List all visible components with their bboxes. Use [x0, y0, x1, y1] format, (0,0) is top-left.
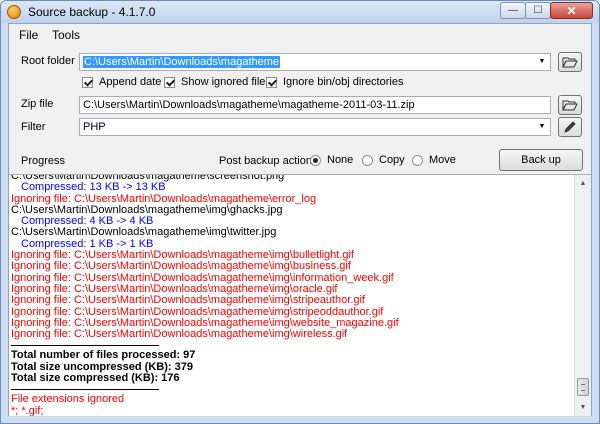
progress-label: Progress: [21, 155, 66, 167]
window-title: Source backup - 4.1.7.0: [28, 5, 156, 19]
app-icon: [7, 5, 21, 19]
chevron-down-icon[interactable]: ▼: [534, 54, 550, 70]
log-line: Ignoring file: C:\Users\Martin\Downloads…: [11, 260, 351, 273]
radio-none-label: None: [327, 154, 354, 166]
app-window: Source backup - 4.1.7.0 — ☐ ✕ File Tools…: [0, 0, 600, 424]
title-bar[interactable]: Source backup - 4.1.7.0 — ☐ ✕: [1, 1, 599, 23]
filter-edit-button[interactable]: [558, 117, 582, 137]
scroll-up-icon[interactable]: ▲: [575, 175, 591, 191]
checkbox-checked-icon: [164, 76, 175, 88]
log-output[interactable]: C:\Users\Martin\Downloads\magatheme\scre…: [9, 174, 591, 416]
filter-combo[interactable]: PHP ▼: [79, 118, 551, 136]
filter-value: PHP: [83, 121, 106, 133]
log-line: *; *.gif;: [11, 404, 44, 416]
window-controls: — ☐ ✕: [500, 2, 593, 20]
root-folder-browse-button[interactable]: [558, 52, 582, 72]
checkbox-checked-icon: [82, 76, 93, 88]
close-button[interactable]: ✕: [550, 2, 593, 19]
back-up-button[interactable]: Back up: [499, 149, 583, 171]
radio-none[interactable]: None: [310, 154, 353, 166]
zip-file-label: Zip file: [21, 98, 54, 110]
log-line: Ignoring file: C:\Users\Martin\Downloads…: [11, 294, 365, 307]
post-backup-label: Post backup action: [219, 155, 312, 167]
scroll-thumb[interactable]: [577, 378, 589, 396]
chevron-down-icon[interactable]: ▼: [534, 119, 550, 135]
root-folder-combo[interactable]: C:\Users\Martin\Downloads\magatheme ▼: [79, 53, 551, 71]
menu-file[interactable]: File: [19, 28, 38, 42]
zip-file-browse-button[interactable]: [558, 95, 582, 115]
append-date-checkbox[interactable]: Append date: [82, 76, 161, 88]
filter-label: Filter: [21, 121, 46, 133]
menu-tools[interactable]: Tools: [52, 28, 80, 42]
folder-open-icon: [562, 100, 578, 111]
log-separator: [11, 389, 159, 391]
log-line: Compressed: 13 KB -> 13 KB: [21, 181, 166, 194]
menu-bar: File Tools: [9, 24, 591, 44]
radio-unselected-icon: [412, 154, 423, 166]
radio-copy[interactable]: Copy: [362, 154, 405, 166]
root-folder-label: Root folder: [21, 55, 75, 67]
scroll-down-icon[interactable]: ▼: [575, 399, 591, 415]
log-line: File extensions ignored: [11, 393, 125, 406]
radio-move[interactable]: Move: [412, 154, 456, 166]
folder-open-icon: [562, 57, 578, 68]
show-ignored-files-checkbox[interactable]: Show ignored files: [164, 76, 271, 88]
checkbox-checked-icon: [266, 76, 277, 88]
log-line: Ignoring file: C:\Users\Martin\Downloads…: [11, 328, 348, 341]
radio-unselected-icon: [362, 154, 373, 166]
show-ignored-files-label: Show ignored files: [181, 76, 271, 88]
radio-move-label: Move: [429, 154, 456, 166]
client-area: File Tools Root folder C:\Users\Martin\D…: [8, 23, 592, 416]
root-folder-value: C:\Users\Martin\Downloads\magatheme: [83, 56, 281, 68]
log-lines: C:\Users\Martin\Downloads\magatheme\scre…: [11, 175, 571, 416]
maximize-button[interactable]: ☐: [525, 2, 551, 19]
ignore-bin-obj-label: Ignore bin/obj directories: [283, 76, 404, 88]
log-summary-line: Total size compressed (KB): 176: [11, 372, 180, 385]
append-date-label: Append date: [99, 76, 162, 88]
zip-file-input[interactable]: C:\Users\Martin\Downloads\magatheme\maga…: [79, 96, 551, 114]
log-separator: [11, 345, 159, 347]
pencil-icon: [564, 121, 576, 133]
log-scrollbar[interactable]: ▲ ▼: [574, 175, 591, 416]
radio-selected-icon: [310, 154, 321, 166]
radio-copy-label: Copy: [379, 154, 405, 166]
ignore-bin-obj-checkbox[interactable]: Ignore bin/obj directories: [266, 76, 403, 88]
minimize-button[interactable]: —: [500, 2, 526, 19]
